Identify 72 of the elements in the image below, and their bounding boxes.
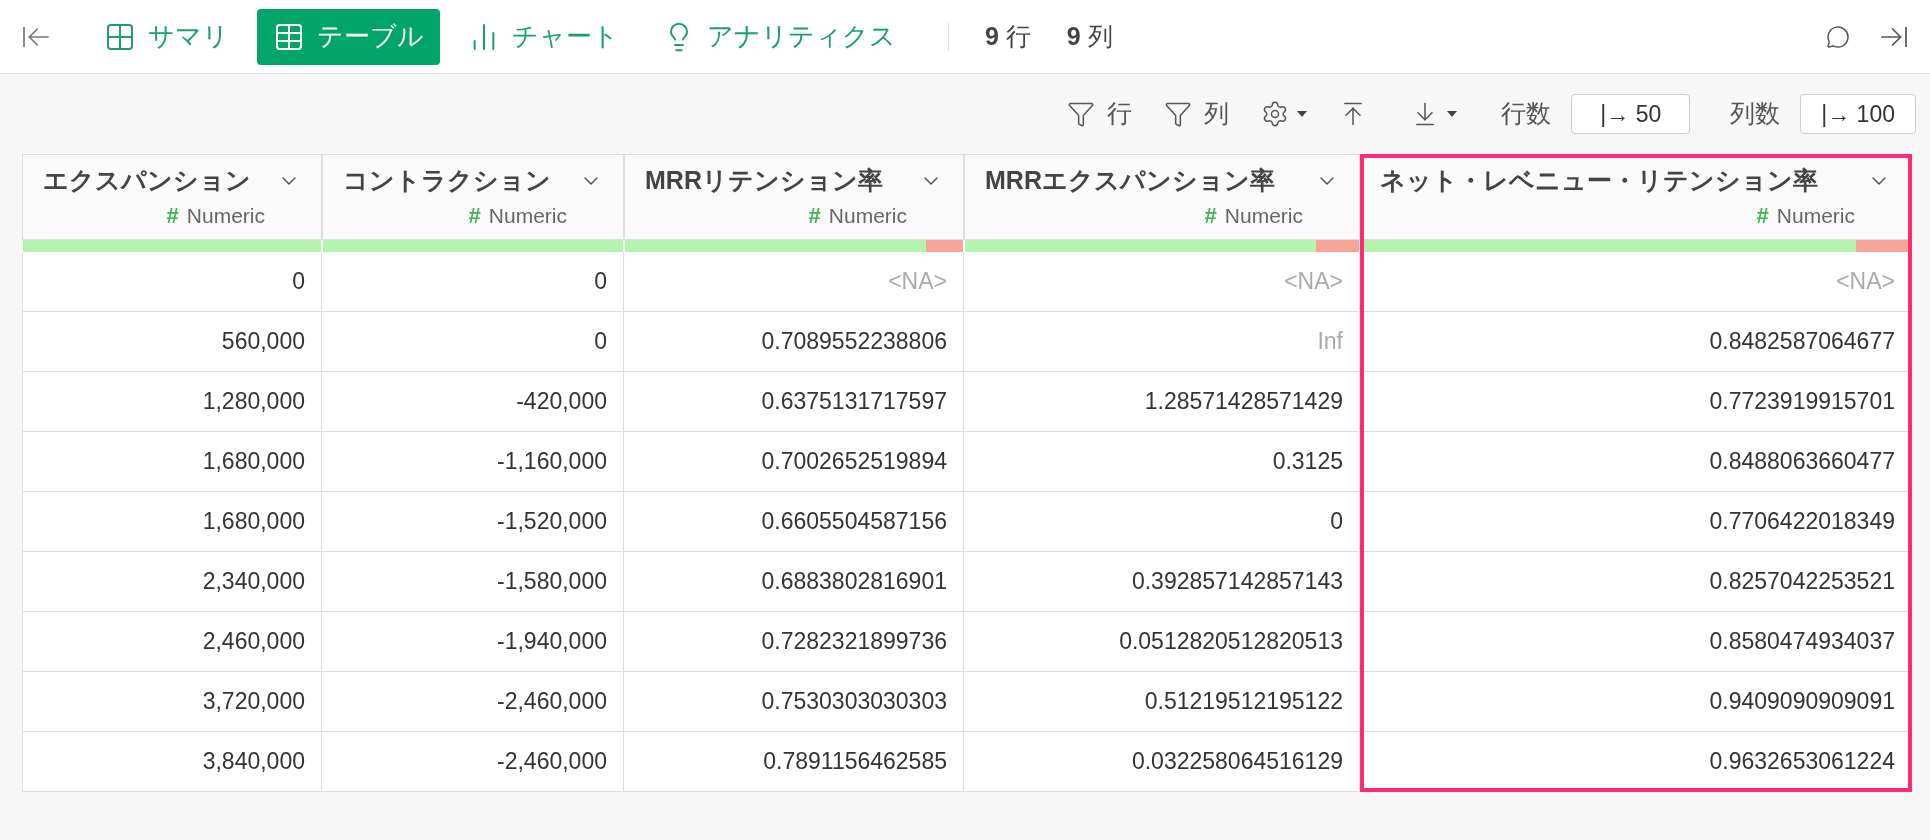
table-cell: -1,940,000: [322, 612, 624, 672]
column-count-label: 列数: [1730, 98, 1781, 130]
column-type: Numeric: [1776, 203, 1855, 229]
table-cell: 0.51219512195122: [964, 672, 1360, 732]
type-symbol: #: [468, 202, 481, 231]
table-cell: -1,160,000: [322, 432, 624, 492]
column-header[interactable]: MRRリテンション率 # Numeric: [624, 154, 964, 240]
table-cell: Inf: [964, 312, 1360, 372]
row-count-button[interactable]: |→ 50: [1571, 94, 1691, 134]
table-cell: 0.6375131717597: [624, 372, 964, 432]
table-cell: 0.392857142857143: [964, 552, 1360, 612]
table-cell: 2,340,000: [22, 552, 322, 612]
column-type: Numeric: [828, 203, 907, 229]
column-type: Numeric: [186, 203, 265, 229]
column-header[interactable]: コントラクション # Numeric: [322, 154, 624, 240]
table-cell: -420,000: [322, 372, 624, 432]
column-count-button[interactable]: |→ 100: [1800, 94, 1916, 134]
table-cell: -1,580,000: [322, 552, 624, 612]
column-name: ネット・レベニュー・リテンション率: [1380, 164, 1818, 196]
table-cell: 0.0512820512820513: [964, 612, 1360, 672]
column-type: Numeric: [488, 203, 567, 229]
column-name: MRRエクスパンション率: [985, 164, 1275, 196]
type-symbol: #: [1204, 202, 1217, 231]
column-header[interactable]: エクスパンション # Numeric: [22, 154, 322, 240]
table-cell: 0.7002652519894: [624, 432, 964, 492]
table-cell: 0: [322, 312, 624, 372]
table-cell: <NA>: [624, 252, 964, 312]
row-filter-button[interactable]: 行: [1067, 95, 1133, 133]
column-type: Numeric: [1224, 203, 1303, 229]
column-name: MRRリテンション率: [645, 164, 883, 196]
column-name: エクスパンション: [43, 164, 251, 196]
table-cell: 0: [22, 252, 322, 312]
invalid-share-bar: [1315, 240, 1359, 252]
table-cell: 0.3125: [964, 432, 1360, 492]
column-header[interactable]: MRRエクスパンション率 # Numeric: [964, 154, 1360, 240]
table-cell: 2,460,000: [22, 612, 322, 672]
comment-icon[interactable]: [1826, 24, 1850, 49]
table-cell: 560,000: [22, 312, 322, 372]
caret-icon: [1297, 111, 1308, 117]
table-cell: 3,720,000: [22, 672, 322, 732]
caret-icon: [1447, 111, 1458, 117]
table-cell: 0: [322, 252, 624, 312]
invalid-share-bar: [925, 240, 963, 252]
table-cell: 1,680,000: [22, 432, 322, 492]
invalid-share-bar: [1856, 240, 1911, 252]
table-cell: -2,460,000: [322, 672, 624, 732]
table-cell: 0.6883802816901: [624, 552, 964, 612]
table-cell: <NA>: [964, 252, 1360, 312]
count-label: 9 行: [985, 20, 1031, 52]
table-cell: 0.7891156462585: [624, 732, 964, 792]
table-cell: 3,840,000: [22, 732, 322, 792]
filter-icon: [1067, 100, 1096, 128]
column-filter-button[interactable]: 列: [1164, 95, 1230, 133]
table-cell: 0: [964, 492, 1360, 552]
table-cell: 0.032258064516129: [964, 732, 1360, 792]
table-cell: -2,460,000: [322, 732, 624, 792]
type-symbol: #: [808, 202, 821, 231]
row-count-label: 行数: [1501, 98, 1552, 130]
type-symbol: #: [1756, 202, 1769, 231]
column-name: コントラクション: [343, 164, 551, 196]
table-cell: 1,680,000: [22, 492, 322, 552]
table-cell: -1,520,000: [322, 492, 624, 552]
filter-icon: [1164, 100, 1193, 128]
table-cell: 1.28571428571429: [964, 372, 1360, 432]
table-cell: 0.7530303030303: [624, 672, 964, 732]
table-cell: 0.7089552238806: [624, 312, 964, 372]
table-cell: 0.6605504587156: [624, 492, 964, 552]
table-cell: 0.7282321899736: [624, 612, 964, 672]
table-cell: 1,280,000: [22, 372, 322, 432]
count-label: 9 列: [1066, 20, 1113, 52]
settings-dropdown[interactable]: [1261, 100, 1308, 128]
type-symbol: #: [166, 202, 179, 231]
